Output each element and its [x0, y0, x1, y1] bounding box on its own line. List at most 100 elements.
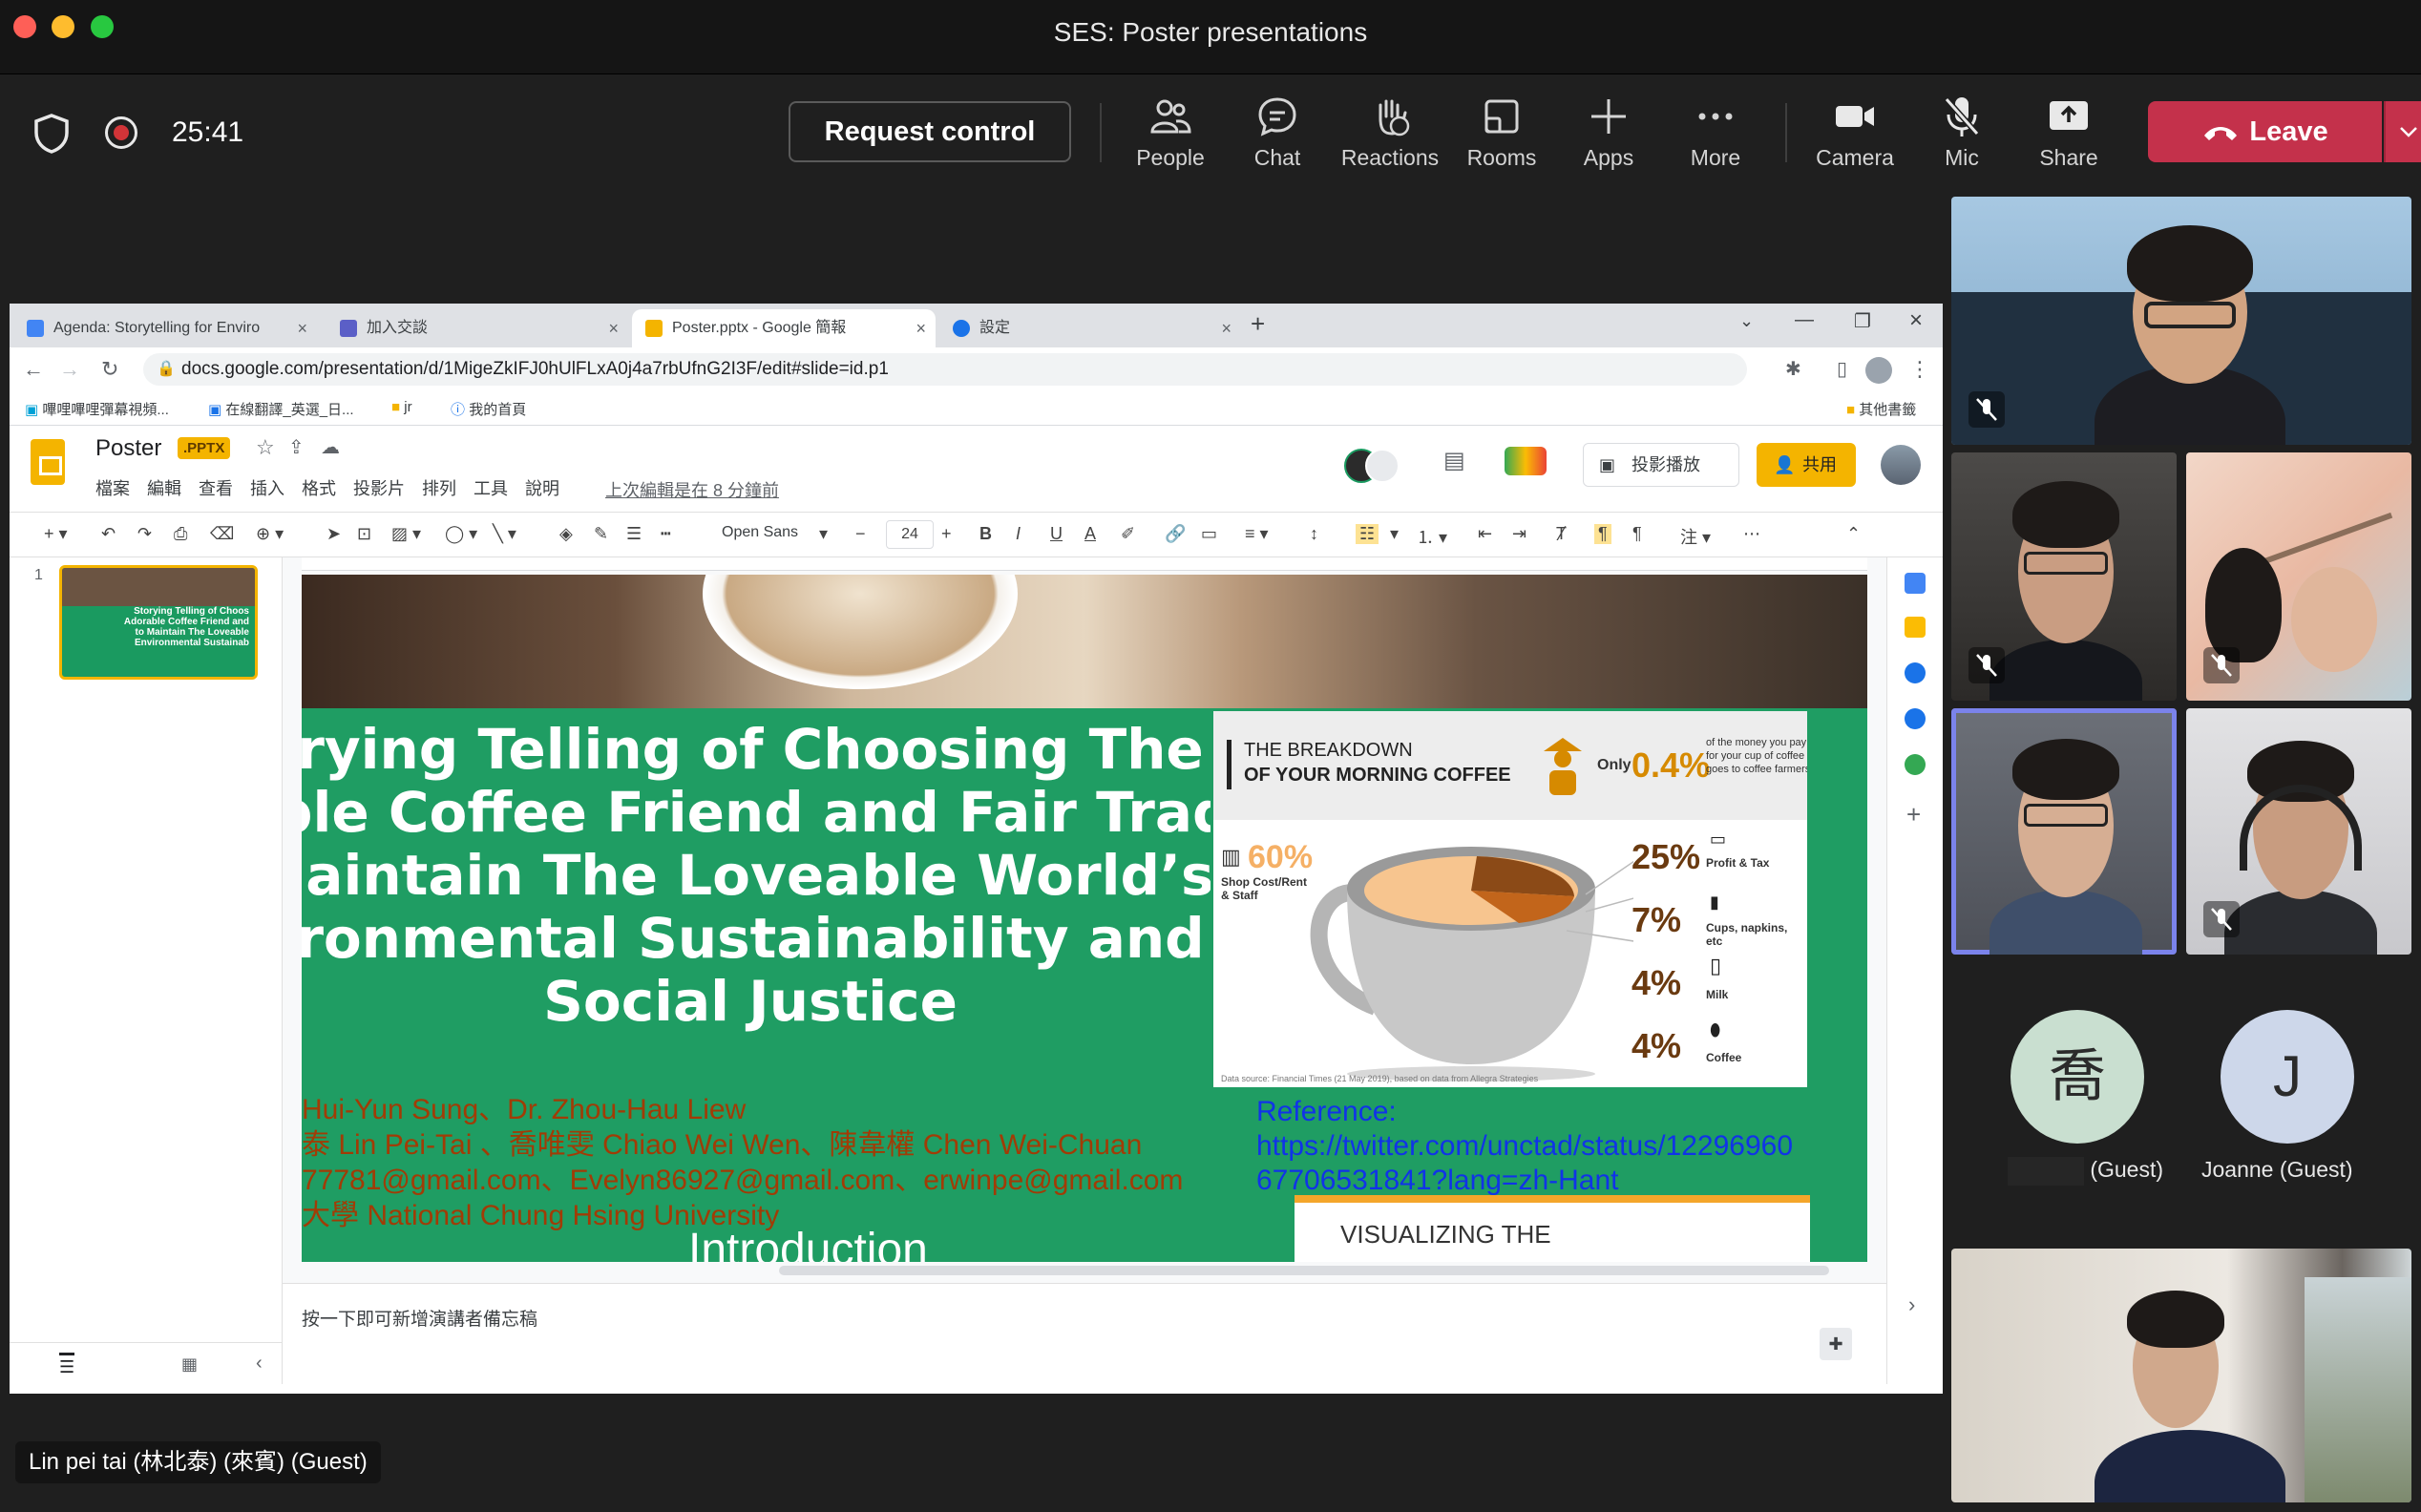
shape-icon[interactable]: ◯ ▾ — [445, 524, 477, 544]
decrease-indent-icon[interactable]: ⇤ — [1478, 524, 1492, 544]
share-doc-button[interactable]: 👤 共用 — [1757, 443, 1856, 487]
collapse-panel-icon[interactable]: ‹ — [256, 1353, 263, 1375]
cloud-status-icon[interactable]: ☁ — [321, 435, 340, 459]
highlight-icon[interactable]: ✐ — [1121, 524, 1135, 544]
joanne-avatar[interactable]: J — [2221, 1010, 2354, 1144]
print-icon[interactable]: ⎙ — [174, 524, 187, 544]
redo-icon[interactable]: ↷ — [137, 524, 152, 544]
close-icon[interactable]: × — [297, 309, 307, 347]
leave-options-dropdown[interactable] — [2384, 101, 2421, 162]
people-button[interactable]: People — [1118, 94, 1223, 179]
rtl-icon[interactable]: ¶ — [1632, 524, 1642, 544]
bulleted-list-chevron-icon[interactable]: ▾ — [1390, 524, 1399, 544]
link-icon[interactable]: 🔗 — [1165, 524, 1186, 544]
menu-edit[interactable]: 編輯 — [147, 479, 181, 498]
line-icon[interactable]: ╲ ▾ — [493, 524, 516, 544]
extensions-icon[interactable]: ✱ — [1785, 357, 1801, 381]
collaborator-avatar[interactable] — [1365, 449, 1400, 483]
participant-tile[interactable] — [1951, 452, 2177, 701]
forward-icon[interactable]: → — [59, 357, 80, 382]
participant-tile[interactable] — [1951, 197, 2411, 445]
image-icon[interactable]: ▨ ▾ — [391, 524, 421, 544]
tab-search-icon[interactable]: ⌄ — [1739, 311, 1754, 331]
coffee-breakdown-infographic[interactable]: THE BREAKDOWN OF YOUR MORNING COFFEE Onl… — [1210, 708, 1810, 1090]
browser-tab-poster[interactable]: Poster.pptx - Google 簡報 × — [632, 309, 936, 347]
increase-font-icon[interactable]: + — [941, 524, 952, 544]
slides-logo-icon[interactable] — [31, 439, 65, 485]
italic-icon[interactable]: I — [1016, 524, 1021, 544]
browser-tab-settings[interactable]: 設定 × — [939, 309, 1241, 347]
zoom-icon[interactable]: ⊕ ▾ — [256, 524, 284, 544]
numbered-list-icon[interactable]: ⒈ ▾ — [1417, 524, 1447, 549]
slide-thumbnail[interactable]: Storying Telling of Choos Adorable Coffe… — [59, 565, 258, 680]
bulleted-list-icon[interactable]: ☷ — [1356, 524, 1379, 544]
rooms-button[interactable]: Rooms — [1449, 94, 1554, 179]
filmstrip-view-icon[interactable]: ☰ — [59, 1353, 75, 1377]
ltr-icon[interactable]: ¶ — [1594, 524, 1611, 544]
font-select-chevron-icon[interactable]: ▾ — [819, 524, 828, 544]
share-button[interactable]: Share — [2016, 94, 2121, 179]
explore-icon[interactable]: ✚ — [1820, 1328, 1852, 1360]
restore-icon[interactable]: ❐ — [1854, 309, 1871, 333]
decrease-font-icon[interactable]: − — [855, 524, 866, 544]
bookmark-item[interactable]: ▣ 在線翻譯_英選_日... — [208, 399, 354, 419]
comment-icon[interactable]: ▭ — [1201, 524, 1217, 544]
font-size-input[interactable]: 24 — [886, 520, 934, 549]
add-addon-icon[interactable]: + — [1906, 800, 1921, 830]
new-slide-icon[interactable]: + ▾ — [44, 524, 68, 544]
reference-url-line[interactable]: 67706531841?lang=zh-Hant — [1256, 1165, 1619, 1197]
slide[interactable]: rying Telling of Choosing The ble Coffee… — [302, 575, 1867, 1262]
undo-icon[interactable]: ↶ — [101, 524, 116, 544]
poster-title[interactable]: rying Telling of Choosing The ble Coffee… — [302, 718, 1270, 1033]
more-button[interactable]: More — [1663, 94, 1768, 179]
leave-button[interactable]: Leave — [2148, 101, 2382, 162]
speaker-notes[interactable]: 按一下即可新增演講者備忘稿 ✚ — [283, 1283, 1886, 1384]
move-icon[interactable]: ⇪ — [288, 435, 305, 459]
address-bar[interactable]: 🔒 docs.google.com/presentation/d/1MigeZk… — [143, 353, 1747, 386]
camera-button[interactable]: Camera — [1802, 94, 1907, 179]
line-spacing-icon[interactable]: ↕ — [1310, 524, 1318, 544]
clear-format-icon[interactable]: Ⱦ — [1556, 524, 1567, 544]
expand-panel-icon[interactable]: › — [1908, 1292, 1915, 1317]
alt-text-icon[interactable]: 注 ▾ — [1680, 524, 1711, 549]
sidebar-icon[interactable]: ▯ — [1837, 357, 1847, 381]
reload-icon[interactable]: ↻ — [101, 357, 118, 382]
reactions-button[interactable]: Reactions — [1337, 94, 1443, 179]
reference-url-line[interactable]: https://twitter.com/unctad/status/122969… — [1256, 1130, 1793, 1163]
contacts-icon[interactable] — [1905, 708, 1926, 729]
introduction-heading[interactable]: Introduction — [688, 1224, 928, 1262]
mic-button[interactable]: Mic — [1909, 94, 2014, 179]
participant-tile[interactable] — [1951, 1249, 2411, 1502]
back-icon[interactable]: ← — [23, 357, 44, 382]
keep-icon[interactable] — [1905, 617, 1926, 638]
close-icon[interactable]: × — [608, 309, 619, 347]
request-control-button[interactable]: Request control — [789, 101, 1071, 162]
text-color-icon[interactable]: A — [1084, 524, 1096, 544]
menu-view[interactable]: 查看 — [199, 479, 233, 498]
document-title[interactable]: Poster — [95, 435, 161, 462]
browser-tab-teams[interactable]: 加入交談 × — [326, 309, 628, 347]
tasks-icon[interactable] — [1905, 662, 1926, 683]
menu-format[interactable]: 格式 — [302, 479, 336, 498]
shield-icon[interactable] — [32, 113, 71, 155]
apps-button[interactable]: Apps — [1556, 94, 1661, 179]
profile-avatar[interactable] — [1865, 357, 1892, 384]
menu-insert[interactable]: 插入 — [250, 479, 284, 498]
underline-icon[interactable]: U — [1050, 524, 1063, 544]
increase-indent-icon[interactable]: ⇥ — [1512, 524, 1526, 544]
browser-menu-icon[interactable]: ⋮ — [1909, 357, 1930, 382]
text-box-icon[interactable]: ⊡ — [357, 524, 371, 544]
close-window-icon[interactable]: × — [1909, 307, 1923, 334]
paint-format-icon[interactable]: ⌫ — [210, 524, 234, 544]
fill-color-icon[interactable]: ◈ — [559, 524, 573, 544]
bold-icon[interactable]: B — [979, 524, 992, 544]
other-bookmarks[interactable]: ■ 其他書籤 — [1846, 399, 1916, 419]
close-icon[interactable]: × — [1221, 309, 1232, 347]
collapse-toolbar-icon[interactable]: ⌃ — [1846, 524, 1861, 544]
select-icon[interactable]: ➤ — [326, 524, 341, 544]
bookmark-item[interactable]: ▣ 嗶哩嗶哩彈幕視頻... — [25, 399, 169, 419]
participant-tile-active-speaker[interactable] — [1951, 708, 2177, 955]
reference-box[interactable]: Reference: https://twitter.com/unctad/st… — [1256, 1090, 1810, 1205]
last-edit-link[interactable]: 上次編輯是在 8 分鐘前 — [605, 477, 779, 502]
visualizing-box[interactable]: VISUALIZING THE — [1295, 1195, 1810, 1262]
